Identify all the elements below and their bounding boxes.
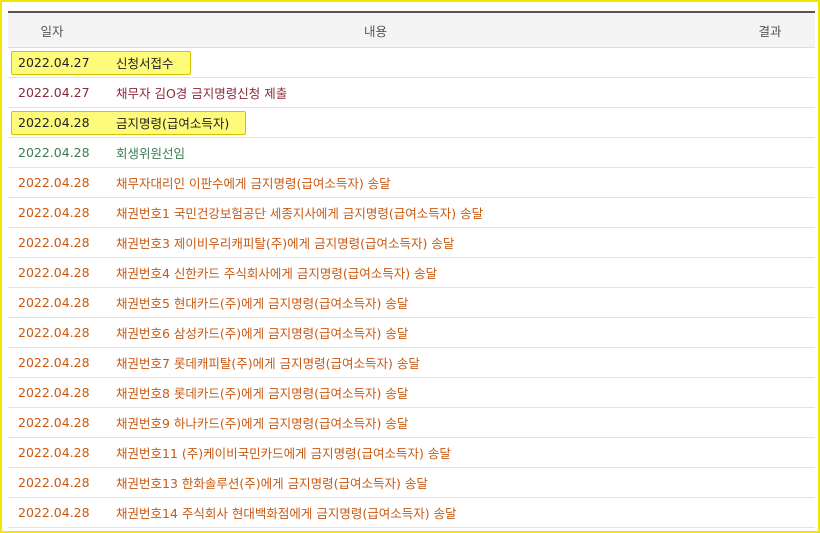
- row-date-text: 2022.04.28: [18, 475, 90, 490]
- table-row: 2022.04.28 회생위원선임: [8, 138, 815, 168]
- row-content: 채권번호9 하나카드(주)에게 금지명령(급여소득자) 송달: [116, 413, 725, 432]
- row-content: 채권번호5 현대카드(주)에게 금지명령(급여소득자) 송달: [116, 293, 725, 312]
- row-date-text: 2022.04.28: [18, 355, 90, 370]
- header-result: 결과: [758, 23, 782, 39]
- row-date-text: 2022.04.28: [18, 295, 90, 310]
- row-content: 금지명령(급여소득자): [116, 113, 725, 132]
- row-content-text: 채권번호1 국민건강보험공단 세종지사에게 금지명령(급여소득자) 송달: [116, 206, 484, 221]
- row-content-text: 채권번호7 롯데캐피탈(주)에게 금지명령(급여소득자) 송달: [116, 356, 420, 371]
- row-date-text: 2022.04.27: [18, 85, 90, 100]
- table-row: 2022.04.28 채권번호1 국민건강보험공단 세종지사에게 금지명령(급여소…: [8, 198, 815, 228]
- row-content: 채무자 김O경 금지명령신청 제출: [116, 83, 725, 102]
- row-date: 2022.04.28: [8, 325, 116, 340]
- row-content-text: 회생위원선임: [116, 146, 186, 161]
- row-content-text: 채권번호6 삼성카드(주)에게 금지명령(급여소득자) 송달: [116, 326, 409, 341]
- row-content-text: 채무자 김O경 금지명령신청 제출: [116, 86, 288, 101]
- row-content: 채권번호14 주식회사 현대백화점에게 금지명령(급여소득자) 송달: [116, 503, 725, 522]
- row-date-text: 2022.04.28: [18, 505, 90, 520]
- row-content-text: 채권번호13 한화솔루션(주)에게 금지명령(급여소득자) 송달: [116, 476, 428, 491]
- row-date-text: 2022.04.28: [18, 115, 90, 130]
- row-date-text: 2022.04.28: [18, 325, 90, 340]
- table-row: 2022.04.27 채무자 김O경 금지명령신청 제출: [8, 78, 815, 108]
- case-history-table: 일자 내용 결과 2022.04.27 신청서접수 2022.04.27 채무자 김O…: [8, 11, 815, 528]
- table-row: 2022.04.28 채권번호14 주식회사 현대백화점에게 금지명령(급여소득자…: [8, 498, 815, 528]
- row-content-text: 채권번호4 신한카드 주식회사에게 금지명령(급여소득자) 송달: [116, 266, 438, 281]
- row-date: 2022.04.28: [8, 505, 116, 520]
- row-content-text: 채무자대리인 이판수에게 금지명령(급여소득자) 송달: [116, 176, 391, 191]
- row-date-text: 2022.04.28: [18, 145, 90, 160]
- row-date: 2022.04.28: [8, 385, 116, 400]
- table-row: 2022.04.28 채권번호4 신한카드 주식회사에게 금지명령(급여소득자) …: [8, 258, 815, 288]
- row-content: 채권번호4 신한카드 주식회사에게 금지명령(급여소득자) 송달: [116, 263, 725, 282]
- row-content-text: 신청서접수: [116, 56, 174, 71]
- row-date: 2022.04.28: [8, 235, 116, 250]
- row-content-text: 채권번호5 현대카드(주)에게 금지명령(급여소득자) 송달: [116, 296, 409, 311]
- row-content-text: 채권번호3 제이비우리캐피탈(주)에게 금지명령(급여소득자) 송달: [116, 236, 455, 251]
- row-date: 2022.04.28: [8, 205, 116, 220]
- table-row: 2022.04.28 채권번호8 롯데카드(주)에게 금지명령(급여소득자) 송달: [8, 378, 815, 408]
- row-content: 채권번호3 제이비우리캐피탈(주)에게 금지명령(급여소득자) 송달: [116, 233, 725, 252]
- row-date: 2022.04.28: [8, 445, 116, 460]
- row-content: 회생위원선임: [116, 143, 725, 162]
- row-content: 채권번호1 국민건강보험공단 세종지사에게 금지명령(급여소득자) 송달: [116, 203, 725, 222]
- row-content: 신청서접수: [116, 53, 725, 72]
- row-content-text: 채권번호9 하나카드(주)에게 금지명령(급여소득자) 송달: [116, 416, 409, 431]
- row-content: 채권번호6 삼성카드(주)에게 금지명령(급여소득자) 송달: [116, 323, 725, 342]
- row-content-text: 채권번호8 롯데카드(주)에게 금지명령(급여소득자) 송달: [116, 386, 409, 401]
- row-date-text: 2022.04.28: [18, 265, 90, 280]
- row-content-text: 금지명령(급여소득자): [116, 116, 230, 131]
- row-date: 2022.04.28: [8, 415, 116, 430]
- row-content: 채권번호8 롯데카드(주)에게 금지명령(급여소득자) 송달: [116, 383, 725, 402]
- row-date: 2022.04.28: [8, 145, 116, 160]
- row-date: 2022.04.28: [8, 475, 116, 490]
- table-body: 2022.04.27 신청서접수 2022.04.27 채무자 김O경 금지명령신청 …: [8, 48, 815, 528]
- row-date-text: 2022.04.28: [18, 445, 90, 460]
- table-row: 2022.04.28 채권번호11 (주)케이비국민카드에게 금지명령(급여소득자…: [8, 438, 815, 468]
- row-date-text: 2022.04.28: [18, 175, 90, 190]
- row-date: 2022.04.27: [8, 85, 116, 100]
- table-row: 2022.04.28 금지명령(급여소득자): [8, 108, 815, 138]
- row-content-text: 채권번호11 (주)케이비국민카드에게 금지명령(급여소득자) 송달: [116, 446, 451, 461]
- row-content: 채권번호7 롯데캐피탈(주)에게 금지명령(급여소득자) 송달: [116, 353, 725, 372]
- row-date-text: 2022.04.28: [18, 415, 90, 430]
- row-date: 2022.04.28: [8, 295, 116, 310]
- row-date: 2022.04.28: [8, 265, 116, 280]
- table-row: 2022.04.28 채권번호13 한화솔루션(주)에게 금지명령(급여소득자) …: [8, 468, 815, 498]
- row-content: 채무자대리인 이판수에게 금지명령(급여소득자) 송달: [116, 173, 725, 192]
- row-content: 채권번호11 (주)케이비국민카드에게 금지명령(급여소득자) 송달: [116, 443, 725, 462]
- header-content: 내용: [363, 23, 387, 39]
- table-row: 2022.04.28 채무자대리인 이판수에게 금지명령(급여소득자) 송달: [8, 168, 815, 198]
- row-content-text: 채권번호14 주식회사 현대백화점에게 금지명령(급여소득자) 송달: [116, 506, 457, 521]
- row-date-text: 2022.04.28: [18, 205, 90, 220]
- table-row: 2022.04.28 채권번호9 하나카드(주)에게 금지명령(급여소득자) 송달: [8, 408, 815, 438]
- row-date-text: 2022.04.28: [18, 235, 90, 250]
- row-date-text: 2022.04.28: [18, 385, 90, 400]
- row-date: 2022.04.28: [8, 175, 116, 190]
- table-row: 2022.04.28 채권번호5 현대카드(주)에게 금지명령(급여소득자) 송달: [8, 288, 815, 318]
- row-date: 2022.04.28: [8, 355, 116, 370]
- table-row: 2022.04.28 채권번호7 롯데캐피탈(주)에게 금지명령(급여소득자) 송…: [8, 348, 815, 378]
- screenshot-frame: 일자 내용 결과 2022.04.27 신청서접수 2022.04.27 채무자 김O…: [0, 0, 820, 533]
- row-date-text: 2022.04.27: [18, 55, 90, 70]
- table-header: 일자 내용 결과: [8, 13, 815, 48]
- table-row: 2022.04.27 신청서접수: [8, 48, 815, 78]
- row-content: 채권번호13 한화솔루션(주)에게 금지명령(급여소득자) 송달: [116, 473, 725, 492]
- table-row: 2022.04.28 채권번호3 제이비우리캐피탈(주)에게 금지명령(급여소득자…: [8, 228, 815, 258]
- table-row: 2022.04.28 채권번호6 삼성카드(주)에게 금지명령(급여소득자) 송달: [8, 318, 815, 348]
- header-date: 일자: [40, 23, 64, 39]
